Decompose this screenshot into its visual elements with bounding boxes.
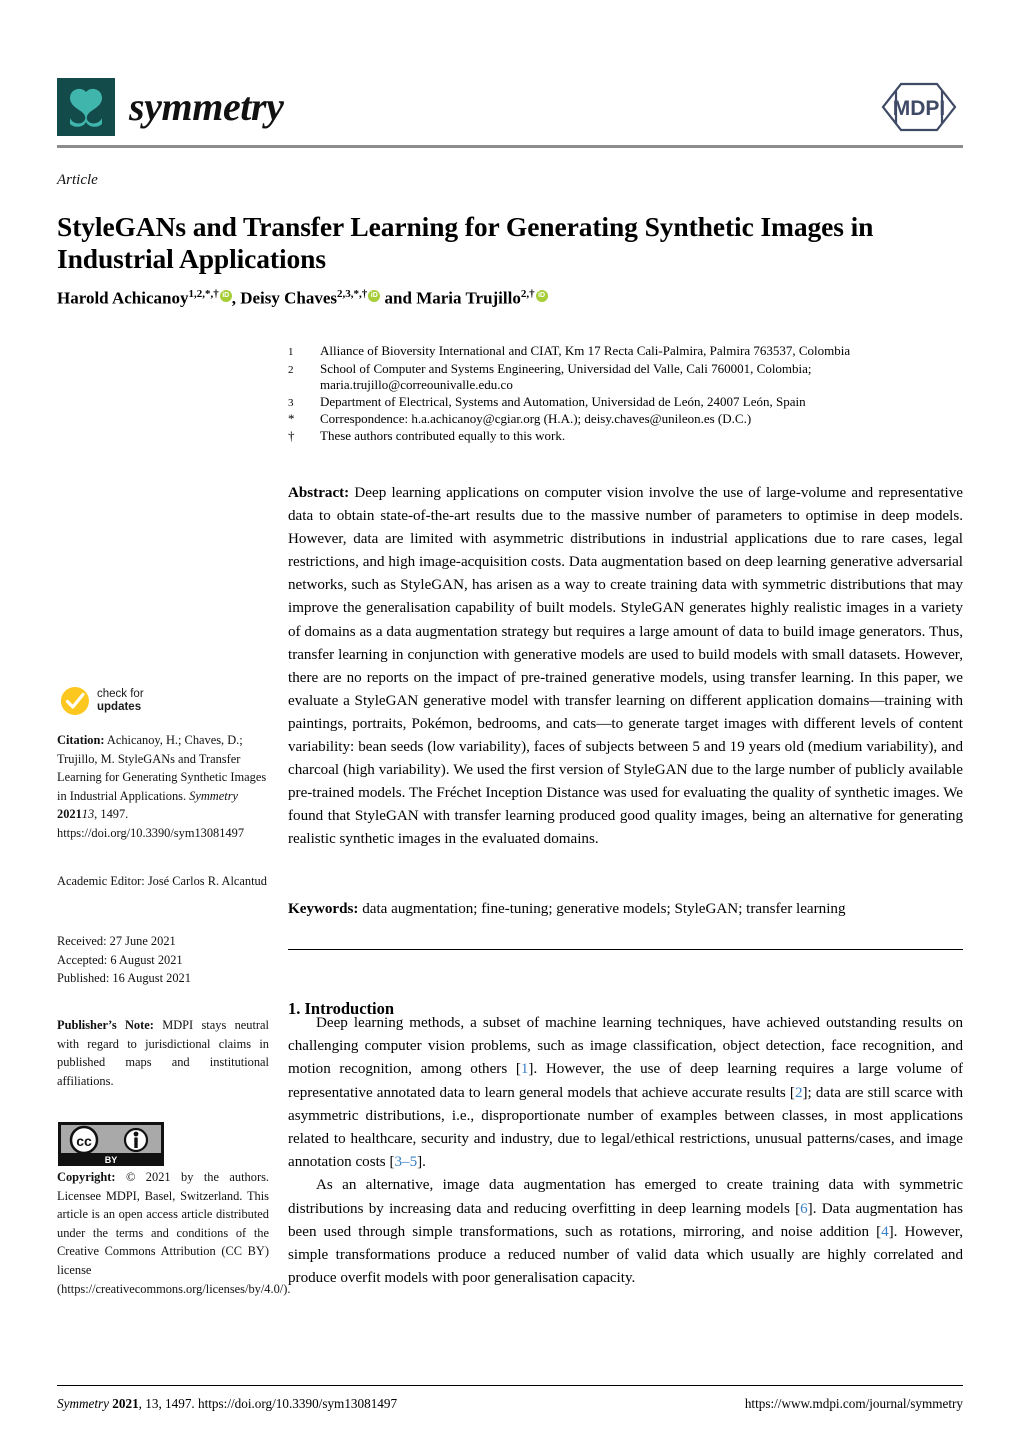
author-separator-2: and <box>380 288 417 308</box>
footer-year: 2021 <box>112 1396 139 1411</box>
affiliation-marker: * <box>288 411 295 427</box>
citation-ref[interactable]: 2 <box>795 1085 803 1101</box>
affiliation-marker: 3 <box>288 396 294 409</box>
keywords-label: Keywords: <box>288 901 359 917</box>
citation-label: Citation: <box>57 733 105 747</box>
check-for-updates-badge[interactable]: check for updates <box>60 686 144 716</box>
footer-divider <box>57 1385 963 1387</box>
affiliation-row: 1 Alliance of Bioversity International a… <box>288 343 963 361</box>
affiliation-list: 1 Alliance of Bioversity International a… <box>288 343 963 445</box>
author-affil-marks-1: 1,2,*,† <box>188 288 219 300</box>
paper-page: symmetry MDPI Article StyleGANs and Tran… <box>0 0 1020 1442</box>
author-name-3: Maria Trujillo <box>416 288 521 308</box>
affiliation-marker: † <box>288 427 295 443</box>
author-name-2: Deisy Chaves <box>240 288 338 308</box>
svg-text:BY: BY <box>105 1155 118 1165</box>
footer-url[interactable]: https://www.mdpi.com/journal/symmetry <box>745 1396 963 1412</box>
citation-doi[interactable]: https://doi.org/10.3390/sym13081497 <box>57 826 244 840</box>
page-title: StyleGANs and Transfer Learning for Gene… <box>57 211 874 275</box>
published-date: Published: 16 August 2021 <box>57 971 191 986</box>
citation-ref[interactable]: 6 <box>800 1201 808 1217</box>
affiliation-text: School of Computer and Systems Engineeri… <box>320 360 812 393</box>
copyright-text: © 2021 by the authors. Licensee MDPI, Ba… <box>57 1170 291 1296</box>
author-list: Harold Achicanoy1,2,*,†, Deisy Chaves2,3… <box>57 283 937 310</box>
publication-dates: Received: 27 June 2021 Accepted: 6 Augus… <box>57 932 269 988</box>
affiliation-text: These authors contributed equally to thi… <box>320 427 566 443</box>
citation-issue: , 1497. <box>94 807 129 822</box>
check-circle-icon <box>60 687 89 715</box>
keywords-divider <box>288 949 963 951</box>
copyright-block: Copyright: © 2021 by the authors. Licens… <box>57 1168 290 1298</box>
abstract-label: Abstract: <box>288 485 350 501</box>
footer-journal: Symmetry <box>57 1396 109 1411</box>
copyright-label: Copyright: <box>57 1170 116 1184</box>
author-affil-marks-2: 2,3,*,† <box>337 288 368 300</box>
author-name-1: Harold Achicanoy <box>57 288 189 308</box>
footer-rest: , 13, 1497. https://doi.org/10.3390/sym1… <box>138 1396 398 1411</box>
svg-text:MDPI: MDPI <box>893 97 946 120</box>
article-type-label: Article <box>57 172 98 188</box>
paragraph: Deep learning methods, a subset of machi… <box>288 1012 963 1174</box>
page-header: symmetry MDPI <box>57 78 963 148</box>
header-divider <box>57 145 963 148</box>
abstract-section: Abstract: Deep learning applications on … <box>288 482 963 852</box>
creative-commons-badge-icon[interactable]: cc BY <box>58 1122 164 1166</box>
keywords-section: Keywords: data augmentation; fine-tuning… <box>288 898 963 920</box>
citation-year: 2021 <box>57 807 82 822</box>
abstract-text: Deep learning applications on computer v… <box>288 485 963 848</box>
affiliation-row: † These authors contributed equally to t… <box>288 428 963 445</box>
affiliation-marker: 2 <box>288 363 294 376</box>
received-date: Received: 27 June 2021 <box>57 934 176 948</box>
academic-editor: Academic Editor: José Carlos R. Alcantud <box>57 874 267 888</box>
affiliation-text: Department of Electrical, Systems and Au… <box>320 393 806 409</box>
affiliation-marker: 1 <box>288 346 294 358</box>
paragraph: As an alternative, image data augmentati… <box>288 1174 963 1290</box>
affiliation-row: 3 Department of Electrical, Systems and … <box>288 394 963 412</box>
citation-ref[interactable]: 4 <box>881 1224 889 1240</box>
publishers-note: Publisher’s Note: MDPI stays neutral wit… <box>57 1016 269 1090</box>
svg-text:cc: cc <box>76 1133 92 1149</box>
publishers-note-label: Publisher’s Note: <box>57 1018 154 1032</box>
journal-title: symmetry <box>129 84 284 129</box>
paragraph-text: ]. <box>417 1154 426 1171</box>
footer-citation: Symmetry 2021, 13, 1497. https://doi.org… <box>57 1396 397 1412</box>
check-updates-line2: updates <box>97 701 142 713</box>
accepted-date: Accepted: 6 August 2021 <box>57 952 183 967</box>
citation-block: Citation: Achicanoy, H.; Chaves, D.; Tru… <box>57 731 269 843</box>
citation-ref[interactable]: 3–5 <box>394 1154 417 1170</box>
author-affil-marks-3: 2,† <box>520 288 535 300</box>
journal-logo[interactable]: symmetry <box>57 78 284 136</box>
orcid-icon[interactable] <box>368 289 381 302</box>
affiliation-text: Alliance of Bioversity International and… <box>320 343 851 358</box>
orcid-icon[interactable] <box>535 289 548 302</box>
introduction-body: Deep learning methods, a subset of machi… <box>288 1012 963 1290</box>
affiliation-text: Correspondence: h.a.achicanoy@cgiar.org … <box>320 411 752 427</box>
keywords-text: data augmentation; fine-tuning; generati… <box>362 901 846 917</box>
citation-journal: Symmetry <box>189 788 239 803</box>
symmetry-logo-icon <box>57 78 115 136</box>
author-separator-1: , <box>231 288 241 308</box>
orcid-icon[interactable] <box>219 289 232 302</box>
citation-volume: 13 <box>81 807 95 822</box>
check-for-updates-label: check for updates <box>97 688 144 714</box>
affiliation-row: * Correspondence: h.a.achicanoy@cgiar.or… <box>288 411 963 428</box>
affiliation-row: 2 School of Computer and Systems Enginee… <box>288 361 963 394</box>
mdpi-logo-icon[interactable]: MDPI <box>875 82 963 132</box>
check-updates-line1: check for <box>97 688 144 700</box>
